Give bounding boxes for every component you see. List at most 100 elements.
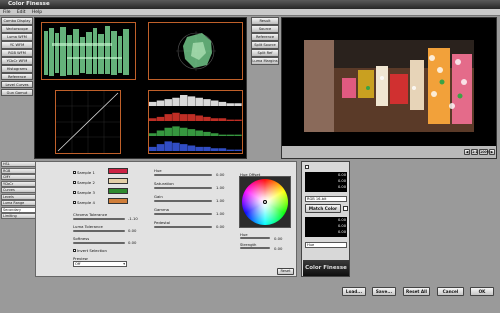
app-logo: Color Finesse [303,260,349,276]
reset-button[interactable]: Reset [277,268,294,275]
color-mode-value: RGB 16-bit [307,197,327,201]
save-button[interactable]: Save... [372,287,396,296]
histogram-bar [226,103,234,106]
match-mode-value: Hue [307,243,315,247]
color-mode-select[interactable]: RGB 16-bit [305,196,347,202]
ok-button[interactable]: OK [470,287,494,296]
histogram-bar [172,126,180,137]
hue-slider[interactable] [154,172,212,176]
histogram-bar [211,118,219,121]
histogram-bar [226,119,234,122]
scope-button-combo[interactable]: Combo Display [1,17,33,25]
scope-button-vectorscope[interactable]: Vectorscope [1,24,33,33]
pedestal-value: 0.00 [216,224,225,229]
view-button-reference[interactable]: Reference [251,32,279,41]
tab-ycbcr[interactable]: YCbCr [1,180,37,187]
softness-slider[interactable] [73,240,125,244]
sample-4[interactable]: Sample 4 [73,200,95,205]
tab-rgb[interactable]: RGB [1,167,37,174]
waveform-graphic [44,26,129,76]
menu-bar: File Edit Help [0,9,500,16]
wheel-handle[interactable] [263,200,267,204]
luma-tolerance-slider[interactable] [73,228,125,232]
histogram-bar [149,101,157,107]
load-button[interactable]: Load... [342,287,366,296]
view-button-result[interactable]: Result [251,17,279,25]
scope-button-rgb-wfm[interactable]: RGB WFM [1,48,33,57]
histogram-bar [164,99,172,107]
curve-graphic [56,91,120,153]
reset-all-button[interactable]: Reset All [403,287,430,296]
tab-limiting[interactable]: Limiting [1,213,37,219]
tab-cmy[interactable]: CMY [1,174,37,180]
cancel-button[interactable]: Cancel [437,287,464,296]
histogram-bar [234,134,242,137]
sample-1[interactable]: Sample 1 [73,170,95,175]
zoom-1to1-button[interactable]: 1:1 [471,149,478,155]
saturation-slider[interactable] [154,185,212,189]
scope-button-luma-wfm[interactable]: Luma WFM [1,32,33,41]
eyedropper-icon[interactable] [305,165,309,169]
menu-help[interactable]: Help [32,10,42,15]
view-button-luma-margins[interactable]: Luma Margins [251,56,279,65]
waveform-scope [41,22,136,80]
vectorscope-graphic [176,31,216,71]
match-color-button[interactable]: Match Color [305,204,341,213]
sample-3-swatch[interactable] [108,188,128,194]
chroma-tolerance-slider[interactable] [73,216,125,220]
match-eyedropper-icon[interactable] [343,206,348,211]
levels-curve [55,90,121,154]
preview-toolbar: ◀ 1:1 100% ▶ [282,146,496,158]
scope-button-histograms[interactable]: Histograms [1,64,33,73]
hue-offset-hue-value: 0.00 [274,236,283,241]
gamma-value: 1.00 [216,211,225,216]
view-button-source[interactable]: Source [251,24,279,33]
tab-secondary[interactable]: Secondary [1,206,37,213]
sample-2[interactable]: Sample 2 [73,180,95,185]
tab-levels[interactable]: Levels [1,193,37,200]
scope-button-level-curves[interactable]: Level Curves [1,80,33,89]
sample-1-swatch[interactable] [108,168,128,174]
preview-select[interactable]: Off ▾ [73,261,127,267]
sample-2-label: Sample 2 [77,180,95,185]
prev-frame-button[interactable]: ◀ [464,149,470,155]
histogram-bar [203,116,211,122]
invert-selection[interactable]: Invert Selection [73,248,107,253]
gamma-slider[interactable] [154,211,212,215]
scope-button-reference[interactable]: Reference [1,72,33,81]
histogram-bar [203,146,211,152]
chevron-down-icon: ▾ [123,262,125,266]
match-mode-select[interactable]: Hue [305,242,347,248]
menu-file[interactable]: File [3,10,11,15]
menu-edit[interactable]: Edit [17,10,26,15]
zoom-100-button[interactable]: 100% [479,149,490,155]
histogram-bar [195,115,203,121]
tab-curves[interactable]: Curves [1,187,37,193]
target-value-1: 0.00 [325,218,346,223]
sample-3[interactable]: Sample 3 [73,190,95,195]
next-frame-button[interactable]: ▶ [489,149,495,155]
tab-luma-range[interactable]: Luma Range [1,200,37,206]
sample-4-swatch[interactable] [108,198,128,204]
hue-offset-hue-slider[interactable] [240,235,270,239]
sample-2-swatch[interactable] [108,178,128,184]
hue-offset-strength-slider[interactable] [240,245,270,249]
scope-button-yc-wfm[interactable]: YC WFM [1,40,33,49]
pedestal-slider[interactable] [154,224,212,228]
view-button-split-ref[interactable]: Split Ref [251,48,279,57]
tab-hsl[interactable]: HSL [1,161,37,167]
histogram-bar [156,144,165,152]
sample-1-label: Sample 1 [77,170,95,175]
target-color-swatch: 0.00 0.00 0.00 [305,217,347,237]
scope-button-ycbcr-wfm[interactable]: YCbCr WFM [1,56,33,65]
view-button-split-source[interactable]: Split Source [251,40,279,49]
gain-slider[interactable] [154,198,212,202]
hue-offset-wheel-box [239,176,291,228]
histogram-bar [156,130,165,136]
color-wheel[interactable] [242,179,288,225]
histogram-bar [172,97,180,106]
scope-button-gun-gamut[interactable]: Gun Gamut [1,88,33,97]
scope-buttons: Combo Display Vectorscope Luma WFM YC WF… [1,17,33,97]
histogram-bar [234,119,242,122]
source-value-3: 0.00 [325,185,346,190]
